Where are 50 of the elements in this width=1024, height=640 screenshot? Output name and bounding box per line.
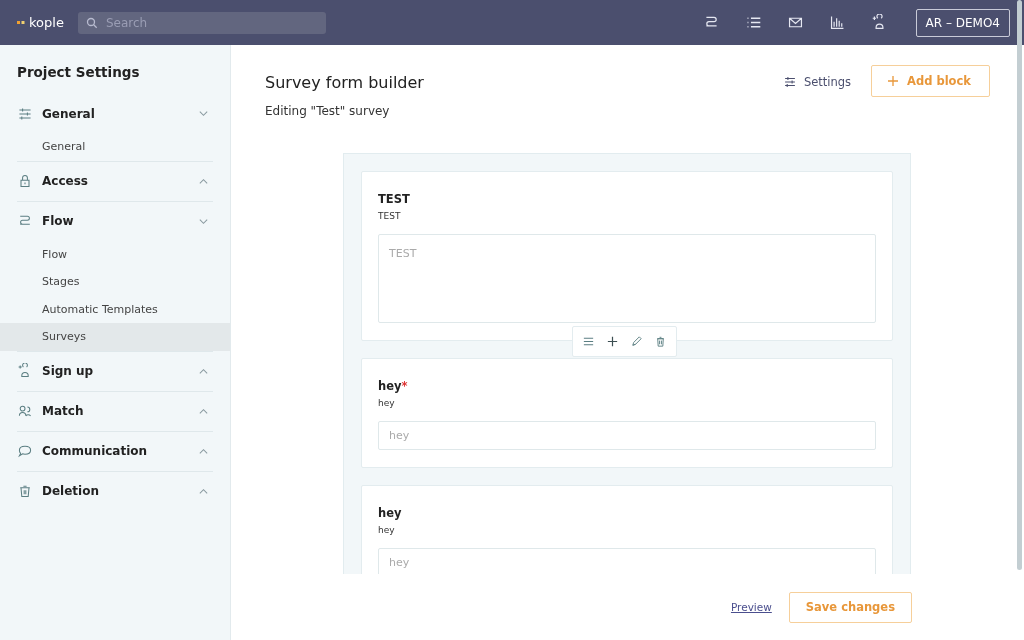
plus-icon[interactable]: [606, 335, 619, 348]
sidebar-group[interactable]: Communication: [17, 431, 213, 471]
logo[interactable]: kople: [17, 15, 64, 30]
sliders-icon: [17, 105, 33, 122]
preview-link[interactable]: Preview: [730, 601, 772, 613]
search-field[interactable]: Search: [105, 15, 306, 30]
block-title: TEST: [378, 192, 411, 206]
sidebar-title: Project Settings: [17, 64, 141, 80]
people-icon: [17, 403, 33, 419]
block-description: hey: [378, 525, 396, 535]
plus-icon: [888, 76, 899, 86]
bar-chart-icon[interactable]: [828, 14, 846, 31]
block-description: hey: [378, 398, 396, 408]
search-bar[interactable]: Search: [77, 11, 326, 34]
form-block[interactable]: TEST TEST TEST: [361, 171, 893, 341]
settings-button[interactable]: Settings: [776, 66, 858, 97]
sidebar-group[interactable]: Match: [17, 391, 213, 431]
trash-icon: [17, 483, 33, 499]
sidebar-item[interactable]: Stages: [0, 268, 230, 296]
sidebar-group[interactable]: Access: [17, 161, 213, 201]
logo-text: kople: [29, 15, 64, 30]
trash-icon[interactable]: [654, 335, 667, 348]
pencil-icon[interactable]: [630, 335, 643, 348]
sidebar-group[interactable]: Flow: [17, 201, 213, 241]
chat-bubble-icon: [17, 443, 33, 459]
block-title: hey*: [378, 379, 409, 393]
sidebar-item[interactable]: Automatic Templates: [0, 295, 230, 323]
block-description: TEST: [378, 211, 402, 221]
sidebar-item[interactable]: Surveys: [0, 323, 230, 351]
sidebar-group[interactable]: Sign up: [17, 351, 213, 391]
sidebar-item[interactable]: Flow: [0, 240, 230, 268]
form-block[interactable]: hey hey hey: [361, 485, 893, 574]
menu-icon[interactable]: [582, 335, 595, 348]
page-title: Survey form builder: [265, 73, 424, 92]
chevron-icon: [198, 108, 209, 119]
lock-icon: [17, 173, 33, 189]
settings-icon: [782, 74, 797, 89]
account-button[interactable]: AR – DEMO4: [915, 8, 1010, 37]
block-title: hey: [378, 506, 403, 520]
sidebar-group[interactable]: Deletion: [17, 471, 213, 511]
form-block[interactable]: hey* hey hey: [361, 358, 893, 468]
search-icon: [85, 16, 98, 29]
page-subtitle: Editing "Test" survey: [265, 104, 391, 118]
logo-dots-icon: [17, 20, 25, 25]
textarea-field[interactable]: TEST: [378, 234, 876, 323]
input-field[interactable]: hey: [378, 421, 876, 450]
sidebar-group[interactable]: General: [17, 94, 213, 133]
input-field[interactable]: hey: [378, 548, 876, 574]
scrollbar[interactable]: [1017, 0, 1022, 570]
sidebar-item[interactable]: General: [0, 133, 230, 161]
